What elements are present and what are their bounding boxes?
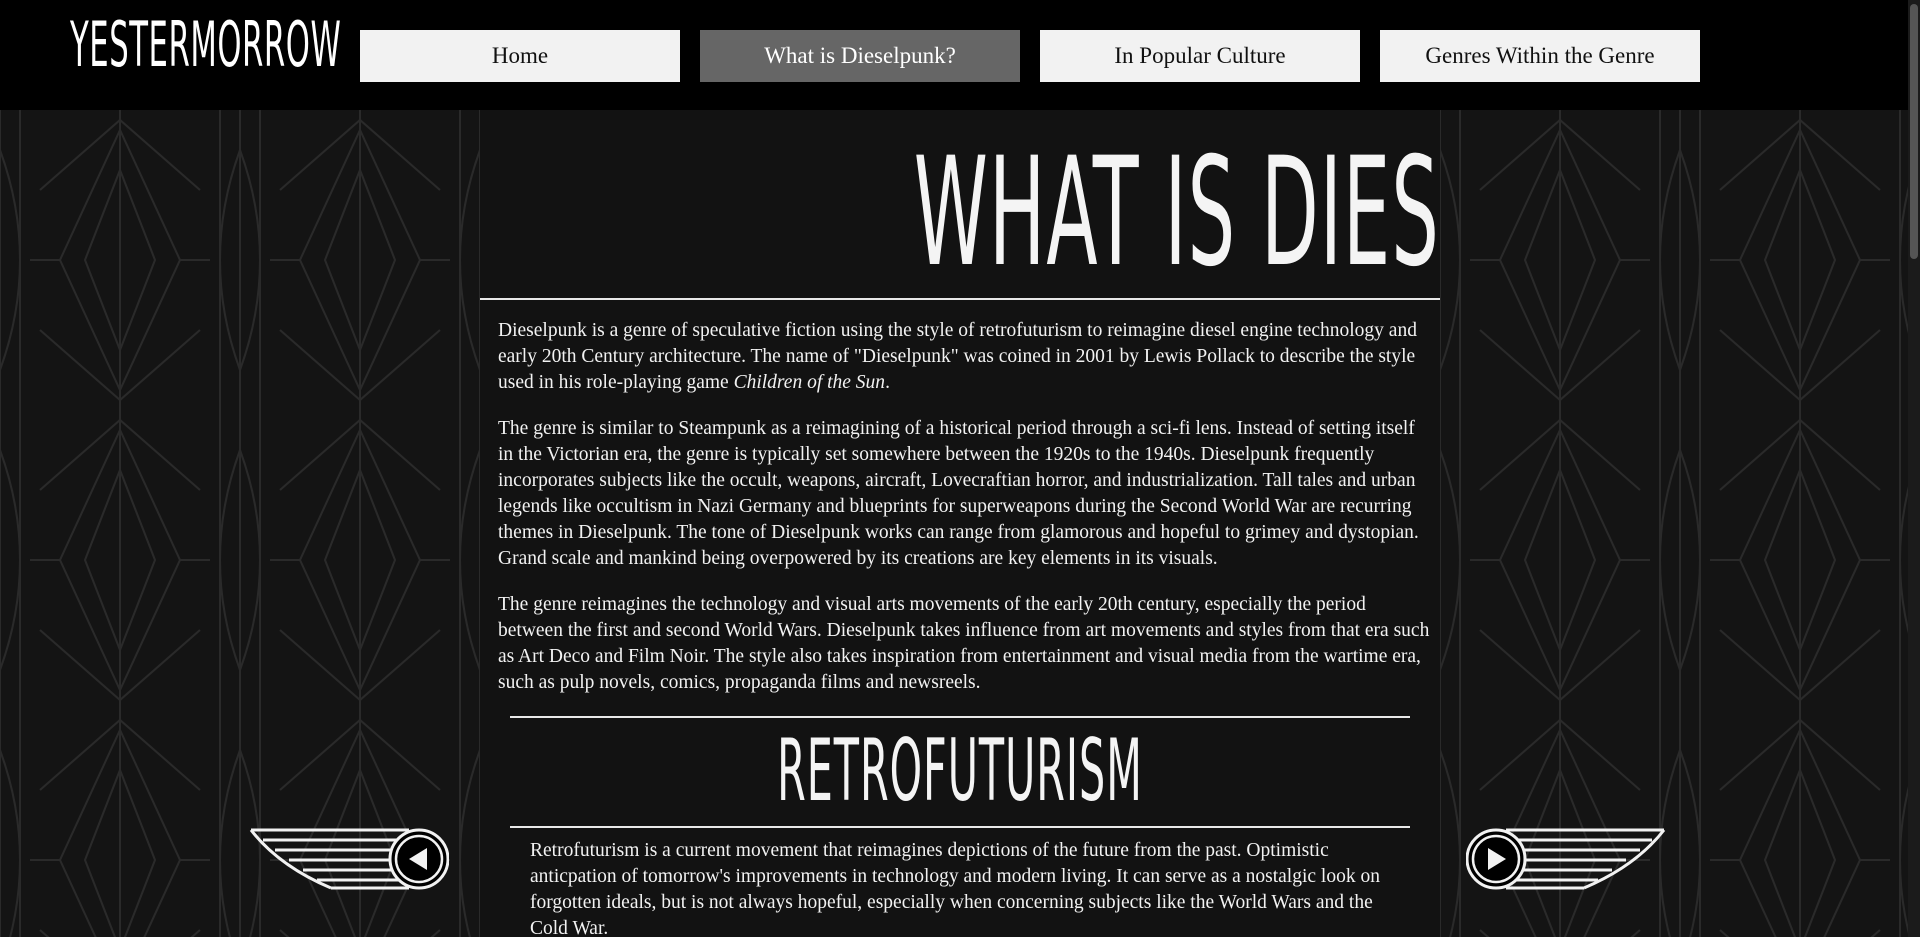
page: Yestermorrow Home What is Dieselpunk? In… <box>0 0 1920 937</box>
section-title-wrap: Retrofuturism <box>480 726 1440 826</box>
scrollbar-thumb[interactable] <box>1910 4 1918 259</box>
game-title: Children of the Sun <box>733 372 886 393</box>
influence-paragraph: The genre reimagines the technology and … <box>498 594 1430 693</box>
winged-left-arrow-icon[interactable] <box>249 826 449 896</box>
nav-home-button[interactable]: Home <box>360 30 680 82</box>
genre-paragraph: The genre is similar to Steampunk as a r… <box>498 418 1419 569</box>
intro-text-end: . <box>885 372 890 393</box>
nav-genres-button[interactable]: Genres Within the Genre <box>1380 30 1700 82</box>
nav-popular-culture-button[interactable]: In Popular Culture <box>1040 30 1360 82</box>
intro-paragraph: Dieselpunk is a genre of speculative fic… <box>498 318 1432 396</box>
main-content: What is Dieselpunk? Dieselpunk is a genr… <box>480 110 1440 937</box>
title-divider <box>480 298 1440 300</box>
site-logo[interactable]: Yestermorrow <box>70 14 341 76</box>
section-divider-bottom <box>510 826 1410 828</box>
section-divider-top <box>510 716 1410 718</box>
section-paragraph: Retrofuturism is a current movement that… <box>530 840 1380 937</box>
winged-right-arrow-icon[interactable] <box>1466 826 1666 896</box>
section-title: Retrofuturism <box>777 726 1143 821</box>
page-scrollbar[interactable] <box>1908 0 1920 937</box>
page-title-wrap: What is Dieselpunk? <box>480 138 1440 288</box>
page-title: What is Dieselpunk? <box>913 138 1440 288</box>
intro-text: Dieselpunk is a genre of speculative fic… <box>498 320 1417 393</box>
nav-what-is-dieselpunk-button[interactable]: What is Dieselpunk? <box>700 30 1020 82</box>
main-nav: Home What is Dieselpunk? In Popular Cult… <box>360 30 1700 82</box>
top-navigation-bar: Yestermorrow Home What is Dieselpunk? In… <box>0 0 1920 110</box>
